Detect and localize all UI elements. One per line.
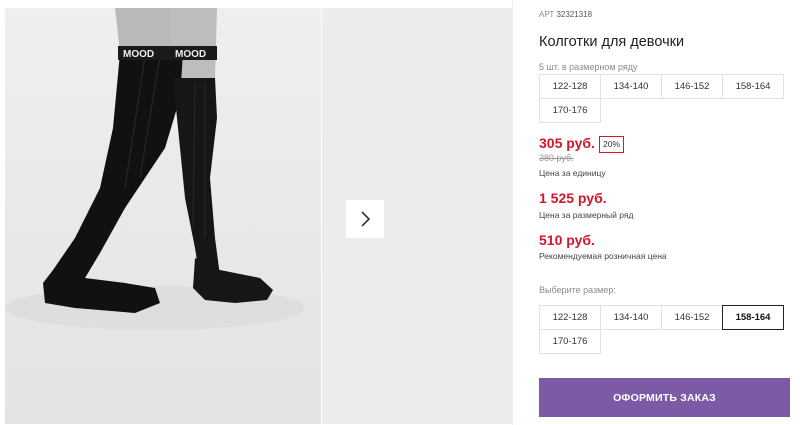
retail-price: 510 руб. xyxy=(539,232,595,248)
retail-price-label: Рекомендуемая розничная цена xyxy=(539,251,667,261)
next-photo-button[interactable] xyxy=(346,200,384,238)
product-photo[interactable]: MOOD MOOD xyxy=(5,8,321,424)
order-button[interactable]: ОФОРМИТЬ ЗАКАЗ xyxy=(539,378,790,417)
unit-price: 305 руб. xyxy=(539,135,595,151)
row-price-label: Цена за размерный ряд xyxy=(539,210,634,220)
discount-badge: 20% xyxy=(599,136,625,153)
old-price: 380 руб. xyxy=(539,153,574,163)
article-label: АРТ xyxy=(539,10,555,19)
size-row-cell: 158-164 xyxy=(722,74,784,99)
size-row-cell: 170-176 xyxy=(539,98,601,123)
divider xyxy=(512,0,513,425)
svg-text:MOOD: MOOD xyxy=(123,49,154,60)
size-option[interactable]: 122-128 xyxy=(539,305,601,330)
size-row-cell: 146-152 xyxy=(661,74,723,99)
size-option-selected[interactable]: 158-164 xyxy=(722,305,784,330)
size-option[interactable]: 146-152 xyxy=(661,305,723,330)
size-select-grid: 122-128 134-140 146-152 158-164 170-176 xyxy=(539,305,784,354)
chevron-right-icon xyxy=(361,211,371,227)
article-number: АРТ 32321318 xyxy=(539,10,592,19)
size-select-label: Выберите размер: xyxy=(539,285,616,295)
product-title: Колготки для девочки xyxy=(539,34,685,50)
article-value: 32321318 xyxy=(556,10,593,19)
size-option[interactable]: 134-140 xyxy=(600,305,662,330)
svg-text:MOOD: MOOD xyxy=(175,49,206,60)
product-gallery: MOOD MOOD xyxy=(0,0,512,425)
unit-price-label: Цена за единицу xyxy=(539,168,606,178)
pack-info: 5 шт. в размерном ряду xyxy=(539,62,638,72)
product-photo-illustration: MOOD MOOD xyxy=(5,8,321,424)
size-row-grid: 122-128 134-140 146-152 158-164 170-176 xyxy=(539,74,784,123)
size-row-cell: 122-128 xyxy=(539,74,601,99)
row-price: 1 525 руб. xyxy=(539,190,607,206)
size-row-cell: 134-140 xyxy=(600,74,662,99)
size-option[interactable]: 170-176 xyxy=(539,329,601,354)
